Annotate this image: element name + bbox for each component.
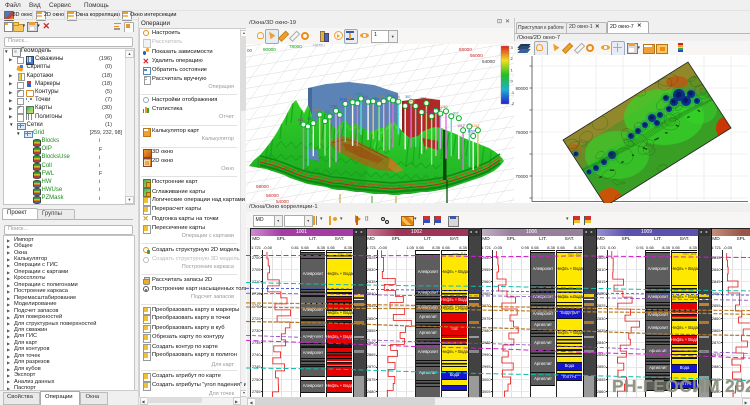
- svg-text:404: 404: [362, 95, 368, 99]
- svg-text:2016: 2016: [426, 110, 434, 114]
- svg-text:80000: 80000: [263, 47, 276, 52]
- svg-text:W08: W08: [314, 108, 321, 112]
- svg-text:76000: 76000: [312, 44, 325, 48]
- svg-text:504: 504: [324, 110, 330, 114]
- svg-text:404: 404: [298, 118, 304, 122]
- svg-text:1053: 1053: [467, 130, 475, 134]
- svg-text:404: 404: [410, 100, 416, 104]
- svg-text:1060: 1060: [330, 104, 338, 108]
- svg-text:58000: 58000: [459, 47, 472, 52]
- svg-text:78000: 78000: [289, 44, 302, 49]
- svg-text:504: 504: [378, 95, 384, 99]
- svg-text:1060: 1060: [440, 105, 448, 109]
- svg-text:307: 307: [307, 117, 313, 121]
- svg-text:504: 504: [347, 96, 353, 100]
- svg-text:80000: 80000: [515, 86, 528, 91]
- svg-text:75000: 75000: [515, 130, 528, 135]
- svg-text:54000: 54000: [482, 59, 495, 64]
- svg-text:56000: 56000: [470, 53, 483, 58]
- svg-text:307: 307: [453, 112, 459, 116]
- svg-text:58000: 58000: [256, 184, 269, 189]
- svg-text:00: 00: [247, 48, 253, 53]
- svg-text:1012: 1012: [472, 124, 480, 128]
- svg-text:56000: 56000: [266, 193, 279, 198]
- svg-text:70000: 70000: [515, 174, 528, 179]
- svg-text:307: 307: [420, 97, 426, 101]
- svg-text:1012: 1012: [457, 124, 465, 128]
- svg-text:2016: 2016: [392, 95, 400, 99]
